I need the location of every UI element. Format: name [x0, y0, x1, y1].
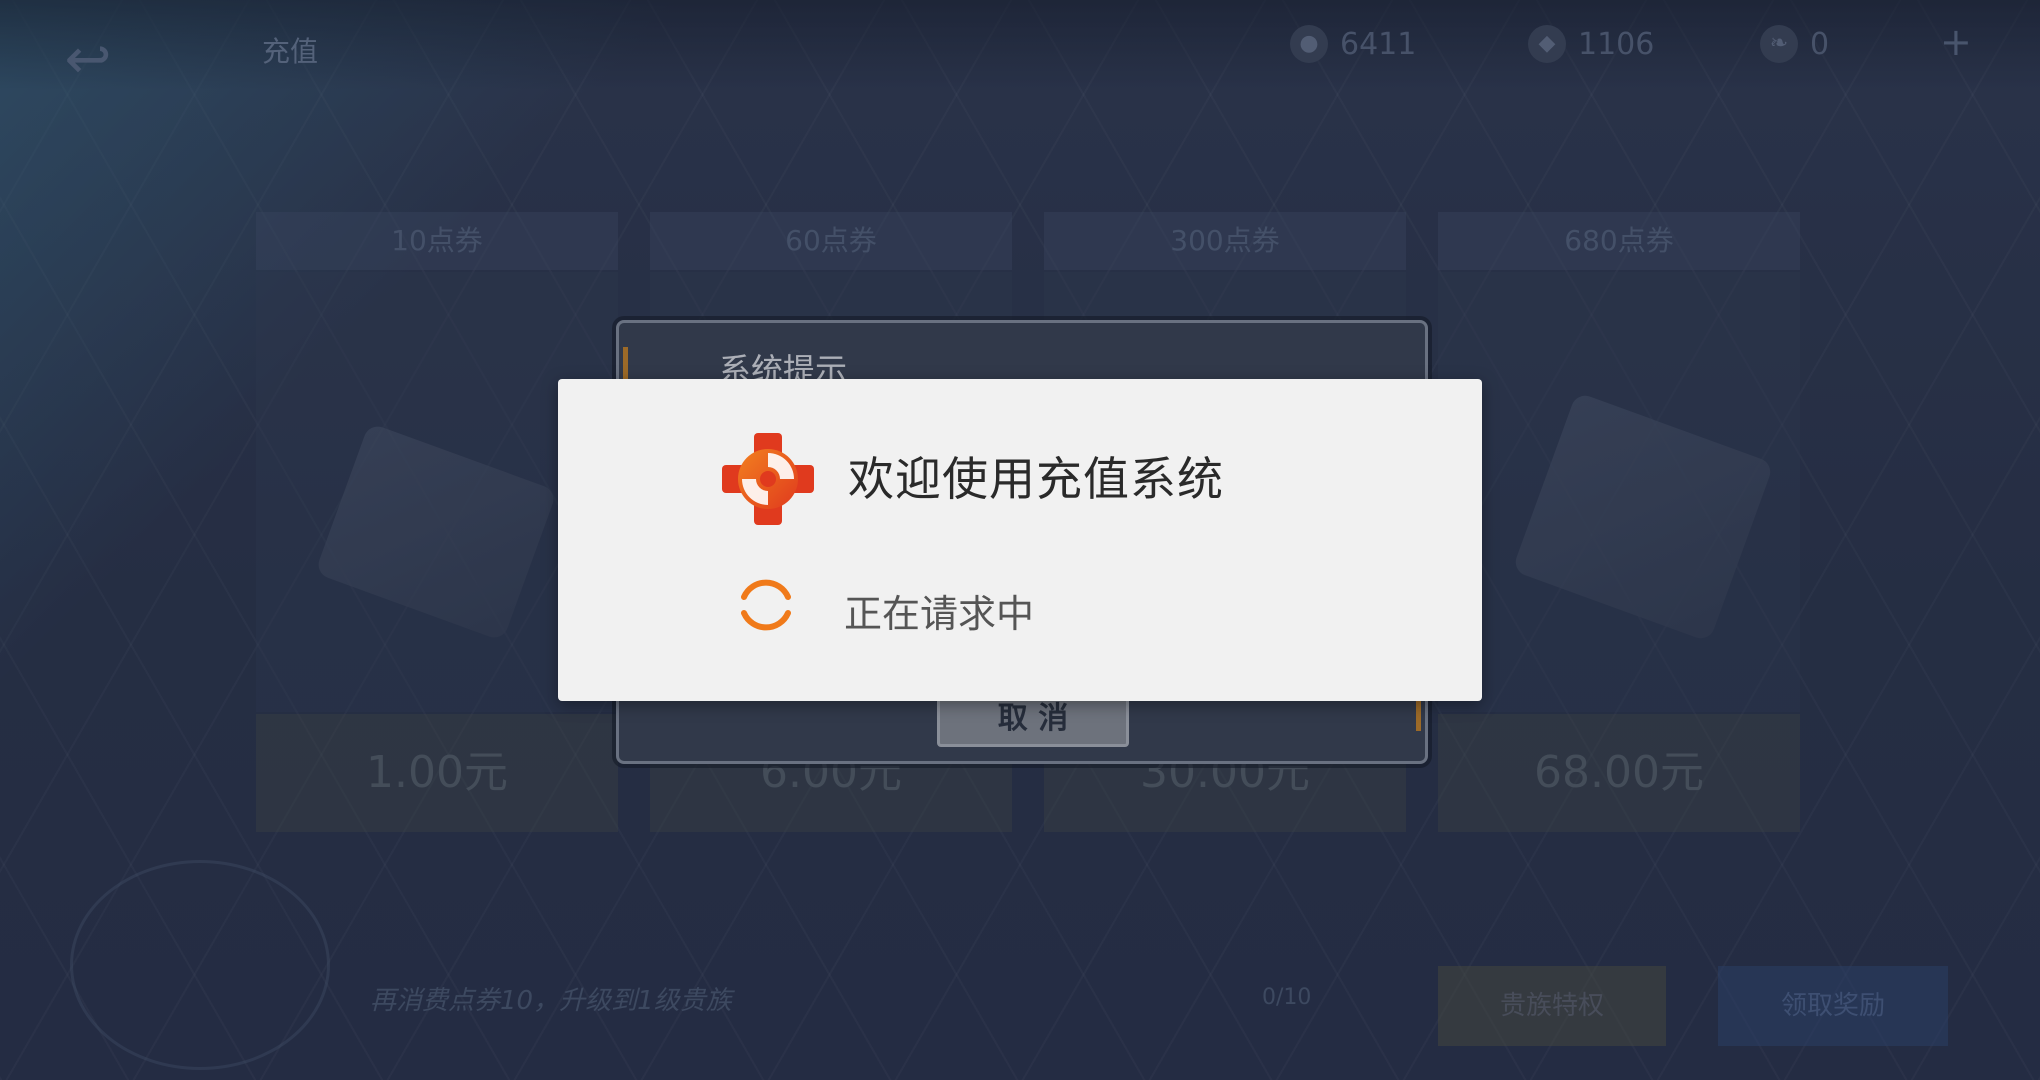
loading-spinner-icon	[741, 579, 791, 631]
payment-dialog-title: 欢迎使用充值系统	[848, 452, 1224, 506]
loading-status-text: 正在请求中	[844, 592, 1035, 636]
payment-dialog: 欢迎使用充值系统 正在请求中	[558, 379, 1482, 701]
payment-logo-icon	[722, 433, 814, 525]
